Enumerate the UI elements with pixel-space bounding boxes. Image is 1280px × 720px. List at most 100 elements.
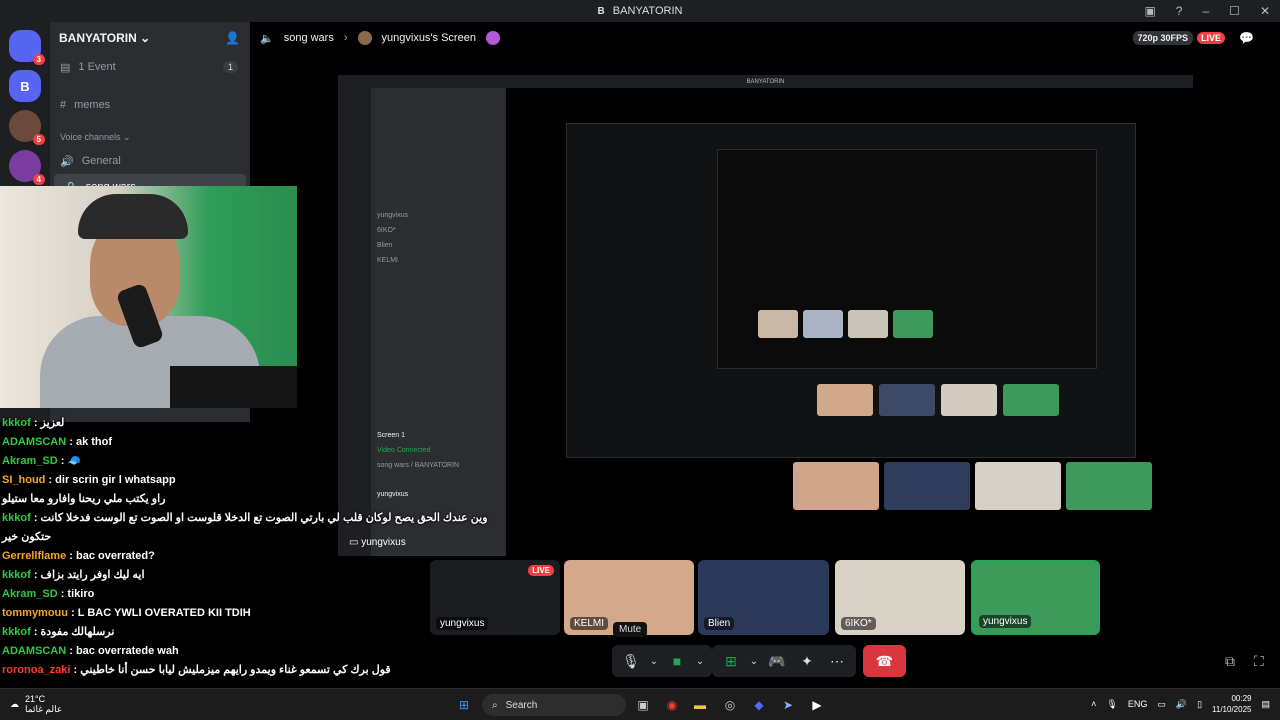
search-label: Search [505, 699, 538, 711]
app-icon[interactable]: ➤ [778, 695, 798, 715]
file-explorer-icon[interactable]: ▬ [690, 695, 710, 715]
participant-tile[interactable]: Blien [698, 560, 829, 635]
help-icon[interactable]: ? [1176, 4, 1183, 18]
activities-button[interactable]: 🎮 [764, 648, 790, 674]
soundboard-button[interactable]: ✦ [794, 648, 820, 674]
mute-tooltip: Mute [613, 622, 648, 637]
nested-sub: song wars / BANYATORIN [377, 462, 460, 469]
weather-widget[interactable]: ☁ 21°C عالم غائما [10, 694, 62, 714]
chat-message: Akram_SD : tikiro [2, 585, 382, 604]
deepest-screen [717, 149, 1097, 369]
chevron-down-icon[interactable]: ⌄ [694, 648, 706, 674]
participant-tiles: LIVE yungvixus KELMI Blien 6IKO* yungvix… [430, 560, 1110, 636]
task-view-icon[interactable]: ▣ [633, 695, 653, 715]
events-count: 1 [222, 61, 238, 73]
chevron-down-icon[interactable]: ⌄ [748, 648, 760, 674]
deeper-screen [566, 123, 1136, 458]
mute-button[interactable]: 🎙 [618, 648, 644, 674]
camera-button[interactable]: ■ [664, 648, 690, 674]
server-icon[interactable]: 4 [9, 150, 45, 185]
participant-tile[interactable]: LIVE yungvixus [430, 560, 560, 635]
unread-badge: 5 [32, 134, 45, 145]
server-header[interactable]: BANYATORIN ⌄ 👤 [50, 22, 250, 54]
voice-category[interactable]: Voice channels ⌄ [50, 132, 250, 148]
chat-text: : ايه ليك اوفر رايتد بزاف [33, 569, 145, 581]
hash-icon: # [60, 99, 67, 111]
chat-message: kkkof : نرسلهالك مفودة [2, 623, 382, 642]
chat-username: Gerrellflame [2, 550, 67, 562]
avatar [357, 31, 372, 45]
participant-name: yungvixus [979, 615, 1032, 628]
chat-text: : قول برك كي تسمعو غناء ويمدو رايهم ميزم… [73, 664, 391, 676]
screen-share-button[interactable]: ⊞ [718, 648, 744, 674]
system-tray: ˄ 🎙 ENG ▭ 🔊 ▯ 00:29 11/10/2025 ▤ [1091, 693, 1270, 715]
microphone-tray-icon[interactable]: 🎙 [1106, 699, 1117, 710]
language-indicator[interactable]: ENG [1128, 699, 1148, 709]
chat-username: ADAMSCAN [2, 645, 67, 657]
chat-text: : L BAC YWLI OVERATED KII TDIH [71, 607, 251, 619]
chevron-up-icon[interactable]: ˄ [1091, 699, 1096, 709]
mini-tile [1003, 384, 1059, 416]
chrome-icon[interactable]: ◉ [662, 695, 682, 715]
chat-icon[interactable]: 💬 [1239, 31, 1254, 45]
chat-message: roronoa_zaki : قول برك كي تسمعو غناء ويم… [2, 661, 391, 680]
chat-text: : dir scrin gir l whatsapp [48, 474, 176, 486]
participant-tile[interactable]: 6IKO* [835, 560, 965, 635]
network-icon[interactable]: ▭ [1157, 699, 1166, 710]
server-icon[interactable]: 5 [9, 110, 45, 145]
popout-icon[interactable]: ⧉ [1225, 653, 1235, 670]
disconnect-button[interactable]: ☎ [863, 645, 906, 677]
participant-tile[interactable]: yungvixus [971, 560, 1100, 635]
shared-screen: BANYATORIN yungvixus 6IKO* Blien KELMI S… [338, 75, 1194, 556]
search-icon: ⌕ [492, 699, 498, 711]
inbox-icon[interactable]: ▣ [1144, 4, 1155, 18]
unread-badge: 3 [32, 54, 45, 65]
minimize-button[interactable]: – [1202, 4, 1209, 18]
battery-icon[interactable]: ▯ [1197, 699, 1202, 710]
more-button[interactable]: ⋯ [824, 648, 850, 674]
channel-memes[interactable]: # memes [50, 92, 250, 118]
close-button[interactable]: ✕ [1260, 4, 1270, 18]
events-item[interactable]: ▤ 1 Event 1 [50, 54, 250, 80]
server-icon-banyatorin[interactable]: B [9, 70, 41, 102]
chat-message: Akram_SD : 🧢 [2, 452, 382, 471]
volume-icon[interactable]: 🔊 [1176, 699, 1187, 710]
speaker-icon: 🔊 [60, 155, 74, 168]
participant-name: KELMI [570, 617, 609, 630]
participant-name: Blien [704, 617, 735, 630]
mini-tile [848, 310, 888, 338]
add-member-icon[interactable]: 👤 [225, 31, 240, 45]
discord-home-icon[interactable]: 3 [9, 30, 45, 65]
window-title: BANYATORIN [612, 5, 683, 17]
notification-icon[interactable]: ▤ [1261, 699, 1270, 710]
nested-user: yungvixus [377, 491, 409, 498]
mini-tile [817, 384, 873, 416]
fullscreen-icon[interactable]: ⛶ [1254, 653, 1264, 670]
mini-tile [758, 310, 798, 338]
weather-desc: عالم غائما [25, 704, 63, 714]
clock[interactable]: 00:29 11/10/2025 [1212, 693, 1251, 715]
chat-username: kkkof [2, 626, 31, 638]
chat-message: ADAMSCAN : ak thof [2, 433, 382, 452]
windows-start-icon[interactable]: ⊞ [454, 695, 474, 715]
media-player-icon[interactable]: ▶ [807, 695, 827, 715]
webcam-cap [78, 194, 188, 239]
discord-taskbar-icon[interactable]: ◆ [749, 695, 769, 715]
chat-text: راو يكتب ملي ريحنا وافارو معا ستيلو [2, 493, 166, 505]
chat-message: SI_houd : dir scrin gir l whatsapp [2, 471, 382, 490]
cloud-icon: ☁ [10, 698, 19, 709]
voice-channel-general[interactable]: 🔊 General [50, 148, 250, 174]
maximize-button[interactable]: ☐ [1229, 4, 1240, 18]
nested-member: Blien [377, 242, 393, 249]
app-icon[interactable]: ◎ [720, 695, 740, 715]
chat-username: Akram_SD [2, 588, 58, 600]
chat-message: Gerrellflame : bac overrated? [2, 547, 382, 566]
chat-message: kkkof : ايه ليك اوفر رايتد بزاف [2, 566, 382, 585]
chat-message: حتكون خير [2, 528, 382, 547]
chevron-right-icon: › [343, 32, 348, 44]
screen-title: yungvixus's Screen [381, 32, 476, 44]
chat-username: kkkof [2, 512, 31, 524]
category-label: Voice channels [60, 132, 121, 142]
clock-date: 11/10/2025 [1212, 705, 1252, 714]
taskbar-search[interactable]: ⌕ Search [482, 694, 626, 716]
